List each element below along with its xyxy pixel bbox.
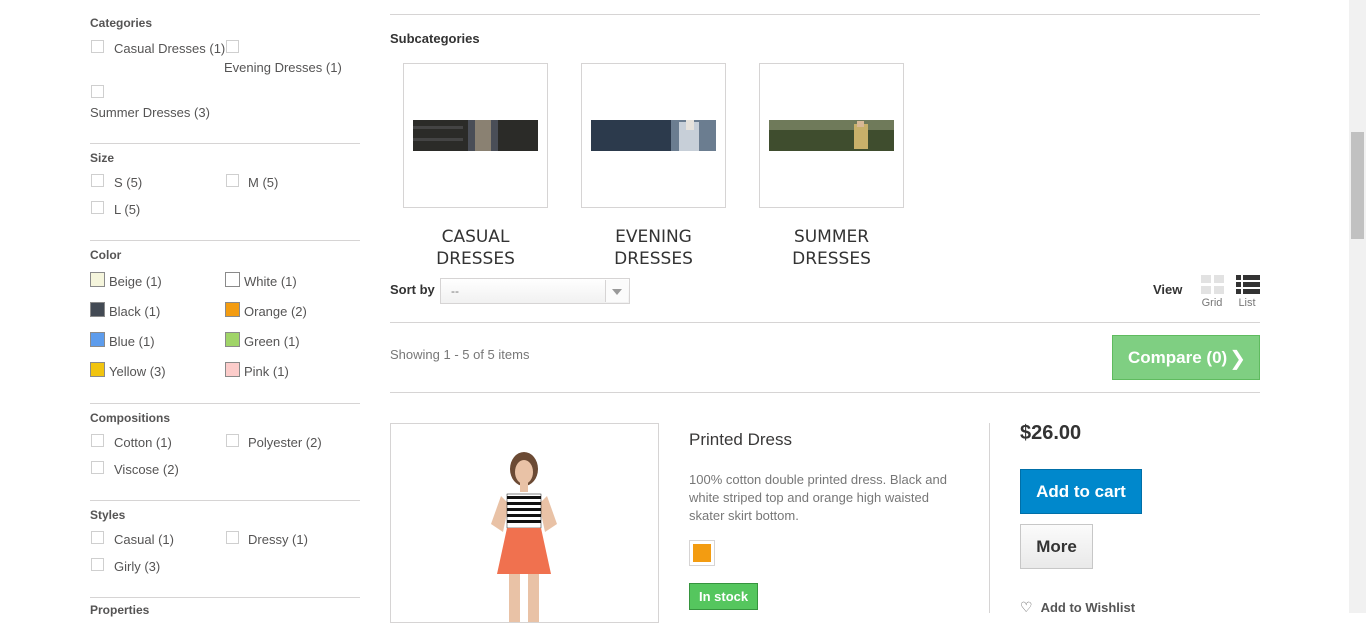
checkbox-evening-dresses[interactable] — [226, 40, 239, 53]
filter-option-color[interactable]: White (1) — [244, 274, 297, 289]
subcategory-image-casual-dresses[interactable] — [403, 63, 548, 208]
grid-icon — [1201, 275, 1224, 294]
filter-title-properties: Properties — [90, 603, 150, 617]
color-swatch[interactable] — [225, 362, 240, 377]
filter-option-size-s[interactable]: S (5) — [114, 175, 142, 190]
filter-option-summer-dresses[interactable]: Summer Dresses (3) — [90, 105, 210, 120]
chevron-right-icon: ❯ — [1229, 348, 1246, 370]
filter-title-size: Size — [90, 151, 115, 165]
add-to-wishlist-link[interactable]: ♡ Add to Wishlist — [1020, 599, 1135, 616]
heart-icon: ♡ — [1020, 599, 1033, 615]
sort-by-select[interactable]: -- — [440, 278, 630, 304]
filter-option-color[interactable]: Yellow (3) — [109, 364, 166, 379]
checkbox-dressy[interactable] — [226, 531, 239, 544]
subcategory-link-casual-dresses[interactable]: Casual Dresses — [403, 226, 548, 270]
filter-divider — [90, 597, 360, 598]
filter-option-evening-dresses[interactable]: Evening Dresses (1) — [224, 60, 342, 75]
subcategory-link-summer-dresses[interactable]: Summer Dresses — [759, 226, 904, 270]
checkbox-girly[interactable] — [91, 558, 104, 571]
color-swatch[interactable] — [225, 302, 240, 317]
product-photo — [391, 424, 658, 622]
subcategories-heading: Subcategories — [390, 31, 480, 46]
filter-option-color[interactable]: Black (1) — [109, 304, 160, 319]
filter-option-casual[interactable]: Casual (1) — [114, 532, 174, 547]
filter-title-categories: Categories — [90, 16, 153, 30]
list-icon — [1236, 275, 1260, 294]
checkbox-cotton[interactable] — [91, 434, 104, 447]
filter-divider — [90, 240, 360, 241]
checkbox-casual-dresses[interactable] — [91, 40, 104, 53]
subcategory-image-evening-dresses[interactable] — [581, 63, 726, 208]
summer-dresses-thumbnail — [769, 120, 894, 151]
filter-divider — [90, 143, 360, 144]
compare-button[interactable]: Compare (0) ❯ — [1112, 335, 1260, 380]
color-swatch[interactable] — [225, 272, 240, 287]
page-scrollbar-track[interactable] — [1349, 0, 1366, 613]
color-swatch[interactable] — [90, 332, 105, 347]
orange-swatch — [693, 544, 711, 562]
color-swatch[interactable] — [90, 302, 105, 317]
sort-by-label: Sort by — [390, 282, 435, 297]
subcategory-image-summer-dresses[interactable] — [759, 63, 904, 208]
filter-option-polyester[interactable]: Polyester (2) — [248, 435, 322, 450]
casual-dresses-thumbnail — [413, 120, 538, 151]
filter-option-size-m[interactable]: M (5) — [248, 175, 278, 190]
list-view-button[interactable] — [1235, 275, 1261, 298]
filter-option-dressy[interactable]: Dressy (1) — [248, 532, 308, 547]
chevron-down-icon[interactable] — [605, 280, 628, 302]
toolbar-divider — [390, 322, 1260, 323]
filter-option-color[interactable]: Orange (2) — [244, 304, 307, 319]
color-swatch[interactable] — [225, 332, 240, 347]
checkbox-summer-dresses[interactable] — [91, 85, 104, 98]
sort-by-value: -- — [451, 284, 459, 298]
filter-option-color[interactable]: Pink (1) — [244, 364, 289, 379]
filter-divider — [90, 403, 360, 404]
filter-divider — [90, 500, 360, 501]
product-description: 100% cotton double printed dress. Black … — [689, 472, 948, 523]
filter-title-styles: Styles — [90, 508, 126, 522]
filter-option-color[interactable]: Green (1) — [244, 334, 300, 349]
product-divider — [989, 423, 990, 613]
product-color-swatch[interactable] — [689, 540, 715, 566]
compare-button-label: Compare (0) — [1128, 348, 1228, 367]
color-swatch[interactable] — [90, 272, 105, 287]
filter-option-casual-dresses[interactable]: Casual Dresses (1) — [114, 41, 225, 56]
product-name-link[interactable]: Printed Dress — [689, 430, 792, 450]
view-label: View — [1153, 282, 1183, 297]
checkbox-size-m[interactable] — [226, 174, 239, 187]
grid-view-label[interactable]: Grid — [1192, 297, 1232, 309]
checkbox-size-s[interactable] — [91, 174, 104, 187]
checkbox-polyester[interactable] — [226, 434, 239, 447]
list-view-label[interactable]: List — [1227, 297, 1267, 309]
filter-option-viscose[interactable]: Viscose (2) — [114, 462, 179, 477]
filter-option-color[interactable]: Beige (1) — [109, 274, 162, 289]
stock-badge: In stock — [689, 583, 759, 610]
product-price: $26.00 — [1020, 422, 1082, 444]
filter-option-cotton[interactable]: Cotton (1) — [114, 435, 172, 450]
filter-title-compositions: Compositions — [90, 411, 170, 425]
add-to-cart-button[interactable]: Add to cart — [1020, 469, 1142, 514]
checkbox-viscose[interactable] — [91, 461, 104, 474]
more-button[interactable]: More — [1020, 524, 1093, 569]
checkbox-casual[interactable] — [91, 531, 104, 544]
grid-view-button[interactable] — [1200, 275, 1226, 298]
list-divider — [390, 392, 1260, 393]
filter-option-color[interactable]: Blue (1) — [109, 334, 155, 349]
filter-option-girly[interactable]: Girly (3) — [114, 559, 160, 574]
showing-count: Showing 1 - 5 of 5 items — [390, 347, 530, 362]
evening-dresses-thumbnail — [591, 120, 716, 151]
filter-option-size-l[interactable]: L (5) — [114, 202, 140, 217]
page-scrollbar-thumb[interactable] — [1351, 132, 1364, 239]
checkbox-size-l[interactable] — [91, 201, 104, 214]
subcategory-link-evening-dresses[interactable]: Evening Dresses — [581, 226, 726, 270]
color-swatch[interactable] — [90, 362, 105, 377]
top-divider — [390, 14, 1260, 15]
product-image[interactable] — [390, 423, 659, 623]
filter-title-color: Color — [90, 248, 122, 262]
